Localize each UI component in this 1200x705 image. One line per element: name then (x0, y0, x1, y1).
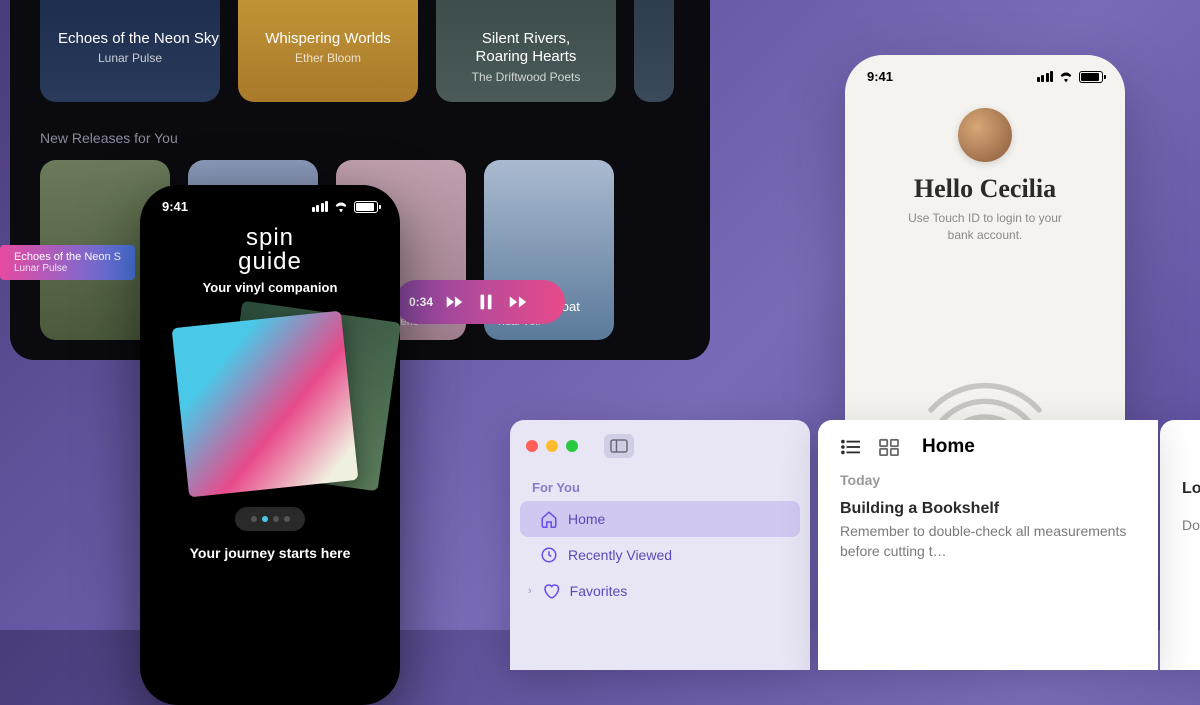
avatar[interactable] (958, 108, 1012, 162)
signal-icon (1037, 71, 1054, 82)
clock-icon (540, 546, 558, 564)
forward-button[interactable] (507, 291, 529, 313)
note-body: Don't image during (1182, 516, 1200, 536)
now-playing-strip[interactable]: Echoes of the Neon S Lunar Pulse (0, 245, 135, 280)
spin-guide-phone: 9:41 spin guide Your vinyl companion You… (140, 185, 400, 705)
note-item[interactable]: Building a Bookshelf Remember to double-… (840, 500, 1136, 561)
status-time: 9:41 (162, 199, 188, 214)
album-card[interactable] (634, 0, 674, 102)
section-label: New Releases for You (40, 130, 680, 146)
pause-button[interactable] (475, 291, 497, 313)
note-title: Long (1182, 480, 1200, 498)
signal-icon (312, 201, 329, 212)
player-bar: 0:34 (395, 280, 565, 324)
note-item[interactable]: Long Don't image during (1182, 480, 1200, 536)
notes-day-label: Today (840, 472, 1136, 488)
sidebar-item-label: Recently Viewed (568, 547, 672, 563)
sidebar-item-recent[interactable]: Recently Viewed (520, 537, 800, 573)
now-playing-artist: Lunar Pulse (14, 263, 121, 274)
album-artist: Ether Bloom (256, 51, 400, 65)
notes-panel-secondary: Long Don't image during (1160, 420, 1200, 670)
spin-logo: spin guide (140, 226, 400, 274)
note-body: Remember to double-check all measurement… (840, 522, 1136, 561)
battery-icon (354, 201, 378, 213)
grid-view-icon[interactable] (878, 438, 900, 456)
notes-panel: Home Today Building a Bookshelf Remember… (818, 420, 1158, 670)
close-button[interactable] (526, 440, 538, 452)
album-artist: The Driftwood Poets (454, 70, 598, 84)
zoom-button[interactable] (566, 440, 578, 452)
greeting: Hello Cecilia (845, 174, 1125, 204)
sidebar-item-home[interactable]: Home (520, 501, 800, 537)
notes-toolbar: Home (840, 436, 1136, 458)
minimize-button[interactable] (546, 440, 558, 452)
battery-icon (1079, 71, 1103, 83)
sidebar-toggle-button[interactable] (604, 434, 634, 458)
chevron-right-icon: › (528, 585, 532, 597)
now-playing-title: Echoes of the Neon S (14, 251, 121, 263)
wifi-icon (1058, 71, 1074, 83)
album-title: Echoes of the Neon Sky (58, 30, 202, 47)
titlebar (510, 420, 810, 472)
album-card[interactable]: Echoes of the Neon Sky Lunar Pulse (40, 0, 220, 102)
album-title: Silent Rivers, Roaring Hearts (454, 30, 598, 66)
player-time: 0:34 (409, 295, 433, 309)
sidebar-item-favorites[interactable]: › Favorites (520, 573, 800, 609)
sidebar-item-label: Favorites (570, 583, 628, 599)
status-bar: 9:41 (140, 185, 400, 220)
album-title: Whispering Worlds (256, 30, 400, 47)
wifi-icon (333, 201, 349, 213)
rewind-button[interactable] (443, 291, 465, 313)
page-indicator[interactable] (235, 507, 305, 531)
journey-heading: Your journey starts here (140, 545, 400, 561)
spin-subtitle: Your vinyl companion (140, 280, 400, 295)
login-instruction: Use Touch ID to login to your bank accou… (905, 210, 1065, 244)
album-card[interactable]: Whispering Worlds Ether Bloom (238, 0, 418, 102)
list-view-icon[interactable] (840, 438, 862, 456)
home-icon (540, 510, 558, 528)
status-time: 9:41 (867, 69, 893, 84)
sidebar-item-label: Home (568, 511, 605, 527)
album-artwork[interactable] (180, 311, 360, 491)
status-bar: 9:41 (845, 55, 1125, 90)
album-card[interactable]: Silent Rivers, Roaring Hearts The Driftw… (436, 0, 616, 102)
mac-sidebar-window: For You Home Recently Viewed › Favorites (510, 420, 810, 670)
album-row: Echoes of the Neon Sky Lunar Pulse Whisp… (40, 0, 680, 102)
bank-login-phone: 9:41 Hello Cecilia Use Touch ID to login… (845, 55, 1125, 475)
album-artist: Lunar Pulse (58, 51, 202, 65)
heart-icon (542, 582, 560, 600)
notes-title: Home (922, 436, 975, 458)
sidebar-section-label: For You (510, 472, 810, 501)
note-title: Building a Bookshelf (840, 500, 1136, 518)
